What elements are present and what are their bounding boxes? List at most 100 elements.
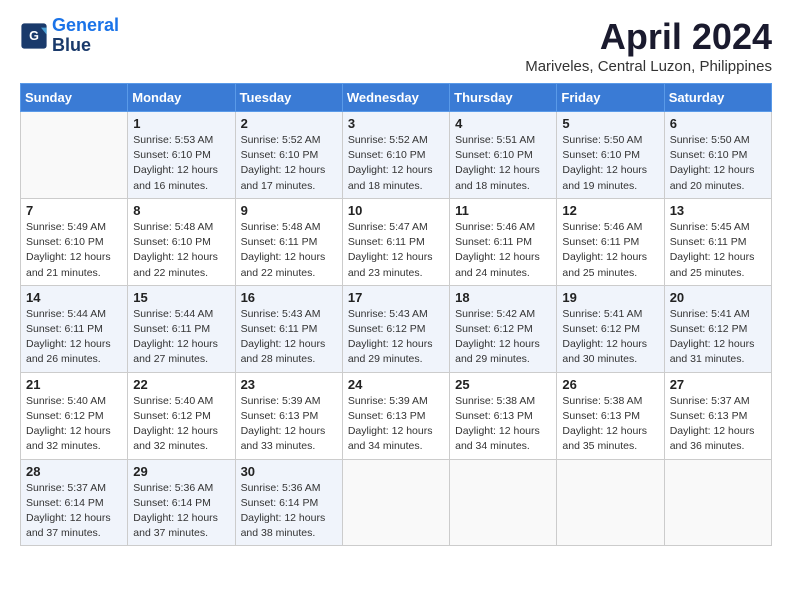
cell-text: Sunrise: 5:37 AM Sunset: 6:14 PM Dayligh… (26, 481, 122, 542)
calendar-cell: 14 Sunrise: 5:44 AM Sunset: 6:11 PM Dayli… (21, 285, 128, 372)
day-number: 15 (133, 290, 229, 305)
logo-icon: G (20, 22, 48, 50)
calendar-cell: 19 Sunrise: 5:41 AM Sunset: 6:12 PM Dayli… (557, 285, 664, 372)
day-number: 6 (670, 116, 766, 131)
cell-text: Sunrise: 5:48 AM Sunset: 6:11 PM Dayligh… (241, 220, 337, 281)
svg-text:G: G (29, 29, 39, 43)
cell-text: Sunrise: 5:43 AM Sunset: 6:11 PM Dayligh… (241, 307, 337, 368)
calendar-cell (342, 459, 449, 546)
day-header-monday: Monday (128, 84, 235, 112)
day-number: 18 (455, 290, 551, 305)
month-title: April 2024 (525, 16, 772, 58)
cell-text: Sunrise: 5:45 AM Sunset: 6:11 PM Dayligh… (670, 220, 766, 281)
cell-text: Sunrise: 5:50 AM Sunset: 6:10 PM Dayligh… (562, 133, 658, 194)
cell-text: Sunrise: 5:43 AM Sunset: 6:12 PM Dayligh… (348, 307, 444, 368)
calendar-cell (557, 459, 664, 546)
cell-text: Sunrise: 5:52 AM Sunset: 6:10 PM Dayligh… (348, 133, 444, 194)
day-number: 5 (562, 116, 658, 131)
cell-text: Sunrise: 5:41 AM Sunset: 6:12 PM Dayligh… (670, 307, 766, 368)
cell-text: Sunrise: 5:52 AM Sunset: 6:10 PM Dayligh… (241, 133, 337, 194)
day-number: 28 (26, 464, 122, 479)
page-header: G GeneralBlue April 2024 Mariveles, Cent… (20, 16, 772, 75)
calendar-cell (664, 459, 771, 546)
logo: G GeneralBlue (20, 16, 119, 56)
calendar-cell: 4 Sunrise: 5:51 AM Sunset: 6:10 PM Daylig… (450, 112, 557, 199)
cell-text: Sunrise: 5:41 AM Sunset: 6:12 PM Dayligh… (562, 307, 658, 368)
cell-text: Sunrise: 5:38 AM Sunset: 6:13 PM Dayligh… (562, 394, 658, 455)
calendar-cell: 13 Sunrise: 5:45 AM Sunset: 6:11 PM Dayli… (664, 198, 771, 285)
day-header-thursday: Thursday (450, 84, 557, 112)
calendar-cell: 15 Sunrise: 5:44 AM Sunset: 6:11 PM Dayli… (128, 285, 235, 372)
cell-text: Sunrise: 5:46 AM Sunset: 6:11 PM Dayligh… (455, 220, 551, 281)
day-header-saturday: Saturday (664, 84, 771, 112)
location: Mariveles, Central Luzon, Philippines (525, 58, 772, 75)
day-number: 3 (348, 116, 444, 131)
calendar-cell: 20 Sunrise: 5:41 AM Sunset: 6:12 PM Dayli… (664, 285, 771, 372)
calendar-cell: 12 Sunrise: 5:46 AM Sunset: 6:11 PM Dayli… (557, 198, 664, 285)
day-number: 29 (133, 464, 229, 479)
cell-text: Sunrise: 5:53 AM Sunset: 6:10 PM Dayligh… (133, 133, 229, 194)
calendar-cell: 8Sunrise: 5:48 AM Sunset: 6:10 PM Daylig… (128, 198, 235, 285)
day-number: 23 (241, 377, 337, 392)
calendar-cell: 5 Sunrise: 5:50 AM Sunset: 6:10 PM Daylig… (557, 112, 664, 199)
cell-text: Sunrise: 5:44 AM Sunset: 6:11 PM Dayligh… (26, 307, 122, 368)
calendar-table: SundayMondayTuesdayWednesdayThursdayFrid… (20, 83, 772, 546)
cell-text: Sunrise: 5:51 AM Sunset: 6:10 PM Dayligh… (455, 133, 551, 194)
day-header-tuesday: Tuesday (235, 84, 342, 112)
calendar-cell: 2 Sunrise: 5:52 AM Sunset: 6:10 PM Daylig… (235, 112, 342, 199)
title-block: April 2024 Mariveles, Central Luzon, Phi… (525, 16, 772, 75)
day-header-wednesday: Wednesday (342, 84, 449, 112)
day-number: 22 (133, 377, 229, 392)
calendar-cell: 28 Sunrise: 5:37 AM Sunset: 6:14 PM Dayli… (21, 459, 128, 546)
day-number: 21 (26, 377, 122, 392)
day-number: 10 (348, 203, 444, 218)
calendar-cell: 25 Sunrise: 5:38 AM Sunset: 6:13 PM Dayli… (450, 372, 557, 459)
day-number: 26 (562, 377, 658, 392)
calendar-cell (21, 112, 128, 199)
day-number: 1 (133, 116, 229, 131)
calendar-week-5: 28 Sunrise: 5:37 AM Sunset: 6:14 PM Dayli… (21, 459, 772, 546)
cell-text: Sunrise: 5:36 AM Sunset: 6:14 PM Dayligh… (133, 481, 229, 542)
cell-text: Sunrise: 5:42 AM Sunset: 6:12 PM Dayligh… (455, 307, 551, 368)
day-number: 4 (455, 116, 551, 131)
calendar-week-4: 21 Sunrise: 5:40 AM Sunset: 6:12 PM Dayli… (21, 372, 772, 459)
day-number: 20 (670, 290, 766, 305)
day-number: 24 (348, 377, 444, 392)
day-header-friday: Friday (557, 84, 664, 112)
calendar-cell: 3 Sunrise: 5:52 AM Sunset: 6:10 PM Daylig… (342, 112, 449, 199)
cell-text: Sunrise: 5:47 AM Sunset: 6:11 PM Dayligh… (348, 220, 444, 281)
day-number: 27 (670, 377, 766, 392)
cell-text: Sunrise: 5:50 AM Sunset: 6:10 PM Dayligh… (670, 133, 766, 194)
calendar-cell: 9 Sunrise: 5:48 AM Sunset: 6:11 PM Daylig… (235, 198, 342, 285)
calendar-cell: 11 Sunrise: 5:46 AM Sunset: 6:11 PM Dayli… (450, 198, 557, 285)
day-number: 19 (562, 290, 658, 305)
cell-text: Sunrise: 5:38 AM Sunset: 6:13 PM Dayligh… (455, 394, 551, 455)
day-number: 11 (455, 203, 551, 218)
cell-text: Sunrise: 5:44 AM Sunset: 6:11 PM Dayligh… (133, 307, 229, 368)
calendar-cell: 22Sunrise: 5:40 AM Sunset: 6:12 PM Dayli… (128, 372, 235, 459)
day-number: 14 (26, 290, 122, 305)
calendar-cell: 23 Sunrise: 5:39 AM Sunset: 6:13 PM Dayli… (235, 372, 342, 459)
cell-text: Sunrise: 5:39 AM Sunset: 6:13 PM Dayligh… (241, 394, 337, 455)
day-number: 2 (241, 116, 337, 131)
cell-text: Sunrise: 5:39 AM Sunset: 6:13 PM Dayligh… (348, 394, 444, 455)
day-number: 25 (455, 377, 551, 392)
cell-text: Sunrise: 5:37 AM Sunset: 6:13 PM Dayligh… (670, 394, 766, 455)
day-header-sunday: Sunday (21, 84, 128, 112)
calendar-cell (450, 459, 557, 546)
calendar-cell: 1 Sunrise: 5:53 AM Sunset: 6:10 PM Daylig… (128, 112, 235, 199)
day-number: 12 (562, 203, 658, 218)
day-number: 13 (670, 203, 766, 218)
cell-text: Sunrise: 5:48 AM Sunset: 6:10 PM Dayligh… (133, 220, 229, 281)
day-number: 9 (241, 203, 337, 218)
cell-text: Sunrise: 5:40 AM Sunset: 6:12 PM Dayligh… (26, 394, 122, 455)
cell-text: Sunrise: 5:46 AM Sunset: 6:11 PM Dayligh… (562, 220, 658, 281)
calendar-cell: 27 Sunrise: 5:37 AM Sunset: 6:13 PM Dayli… (664, 372, 771, 459)
calendar-cell: 16Sunrise: 5:43 AM Sunset: 6:11 PM Dayli… (235, 285, 342, 372)
cell-text: Sunrise: 5:36 AM Sunset: 6:14 PM Dayligh… (241, 481, 337, 542)
calendar-cell: 26 Sunrise: 5:38 AM Sunset: 6:13 PM Dayli… (557, 372, 664, 459)
days-header-row: SundayMondayTuesdayWednesdayThursdayFrid… (21, 84, 772, 112)
calendar-cell: 21 Sunrise: 5:40 AM Sunset: 6:12 PM Dayli… (21, 372, 128, 459)
calendar-cell: 24 Sunrise: 5:39 AM Sunset: 6:13 PM Dayli… (342, 372, 449, 459)
calendar-cell: 18 Sunrise: 5:42 AM Sunset: 6:12 PM Dayli… (450, 285, 557, 372)
